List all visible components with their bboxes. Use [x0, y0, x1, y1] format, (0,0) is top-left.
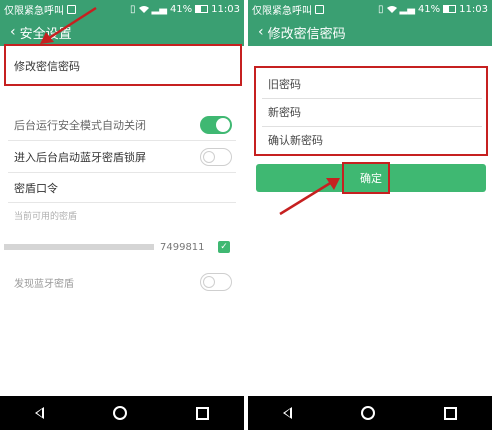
vibrate-icon: ▯ — [130, 3, 136, 15]
device-row[interactable]: 7499811 ✓ — [0, 236, 244, 258]
page-title: 修改密信密码 — [267, 26, 346, 42]
square-recent-icon[interactable] — [444, 406, 458, 420]
highlight-box — [254, 66, 488, 156]
setting-label: 密盾口令 — [14, 182, 58, 195]
status-bar: 仅限紧急呼叫 ▯ ▂▄ 41% 11:03 — [248, 0, 492, 18]
chevron-left-icon[interactable]: ‹ — [248, 24, 268, 40]
highlight-box — [4, 44, 242, 86]
toggle-switch[interactable] — [200, 116, 232, 134]
triangle-back-icon[interactable] — [34, 407, 44, 419]
device-id: 7499811 — [160, 241, 205, 253]
blurred-device-name — [4, 244, 154, 250]
toggle-switch[interactable] — [200, 273, 232, 291]
setting-row-discover: 发现蓝牙密盾 — [0, 270, 244, 294]
sim-icon — [67, 4, 76, 14]
divider — [8, 172, 236, 173]
square-recent-icon[interactable] — [196, 406, 210, 420]
title-bar: ‹ 修改密信密码 — [248, 18, 492, 46]
highlight-box — [342, 162, 390, 194]
wifi-icon — [138, 6, 149, 13]
status-bar: 仅限紧急呼叫 ▯ ▂▄ 41% 11:03 — [0, 0, 244, 18]
sim-icon — [315, 4, 324, 14]
battery-icon — [195, 5, 209, 13]
clock: 11:03 — [459, 3, 488, 15]
setting-row-auto-close: 后台运行安全模式自动关闭 — [0, 112, 244, 138]
checkbox-checked-icon[interactable]: ✓ — [218, 241, 230, 253]
setting-label: 发现蓝牙密盾 — [14, 278, 74, 290]
chevron-left-icon[interactable]: ‹ — [0, 24, 20, 40]
circle-home-icon[interactable] — [112, 406, 127, 420]
page-title: 安全设置 — [19, 26, 72, 42]
carrier-text: 仅限紧急呼叫 — [252, 5, 312, 17]
setting-label: 后台运行安全模式自动关闭 — [14, 119, 146, 132]
divider — [8, 140, 236, 141]
battery-icon — [443, 5, 457, 13]
battery-percent: 41% — [169, 3, 193, 15]
section-header: 当前可用的密盾 — [0, 206, 244, 224]
wifi-icon — [386, 6, 397, 13]
carrier-text: 仅限紧急呼叫 — [4, 5, 64, 17]
setting-label: 进入后台启动蓝牙密盾锁屏 — [14, 151, 146, 164]
title-bar: ‹ 安全设置 — [0, 18, 244, 46]
divider — [8, 202, 236, 203]
left-screen: 仅限紧急呼叫 ▯ ▂▄ 41% 11:03 ‹ 安全设置 修改密信密码 后台运行… — [0, 0, 244, 430]
triangle-back-icon[interactable] — [282, 407, 292, 419]
signal-icon: ▂▄ — [399, 3, 415, 15]
vibrate-icon: ▯ — [378, 3, 384, 15]
clock: 11:03 — [211, 3, 240, 15]
signal-icon: ▂▄ — [151, 3, 167, 15]
circle-home-icon[interactable] — [360, 406, 375, 420]
right-screen: 仅限紧急呼叫 ▯ ▂▄ 41% 11:03 ‹ 修改密信密码 旧密码 新密码 确… — [248, 0, 492, 430]
setting-row-lock-screen: 进入后台启动蓝牙密盾锁屏 — [0, 144, 244, 170]
toggle-switch[interactable] — [200, 148, 232, 166]
setting-row-password-phrase[interactable]: 密盾口令 — [0, 176, 244, 200]
battery-percent: 41% — [417, 3, 441, 15]
nav-bar — [0, 396, 244, 430]
nav-bar — [248, 396, 492, 430]
section-label: 当前可用的密盾 — [14, 211, 78, 222]
